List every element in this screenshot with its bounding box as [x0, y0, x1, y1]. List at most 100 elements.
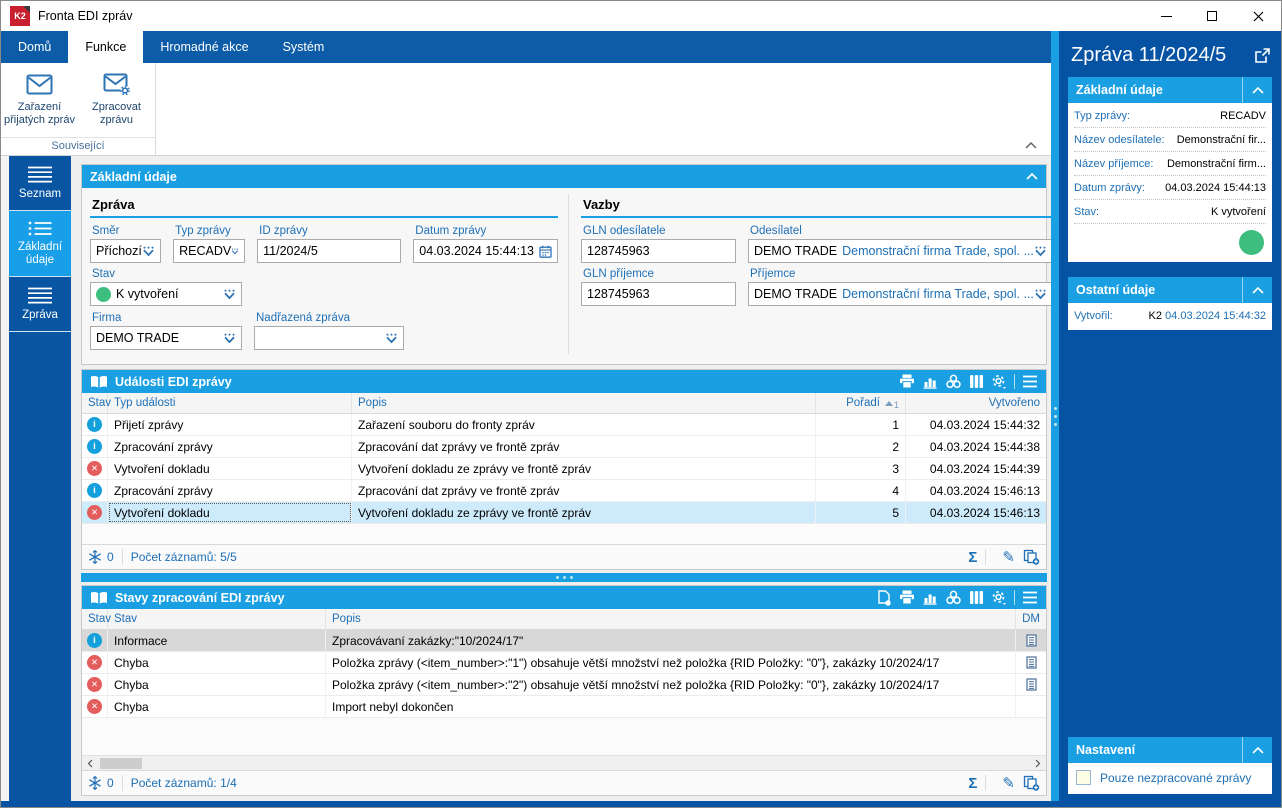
detail-row: Stav: K vytvoření: [1074, 200, 1266, 224]
chart-icon[interactable]: [922, 590, 938, 605]
events-table-header: Události EDI zprávy: [82, 370, 1046, 393]
menu-icon[interactable]: [1022, 375, 1038, 388]
pouze-nezpracovane-checkbox[interactable]: [1076, 770, 1091, 785]
dm-document-icon[interactable]: [1025, 634, 1037, 647]
gln-prijemce-input[interactable]: 128745963: [581, 282, 736, 306]
close-icon: [1253, 11, 1263, 21]
gear-icon[interactable]: [991, 374, 1007, 389]
info-icon: i: [87, 633, 102, 648]
states-row[interactable]: ✕ Chyba Import nebyl dokončen: [82, 696, 1046, 718]
tab-hromadne-akce[interactable]: Hromadné akce: [143, 31, 265, 63]
collapse-section-button[interactable]: [1242, 77, 1272, 103]
states-row-selected[interactable]: i Informace Zpracovávaní zakázky:"10/202…: [82, 630, 1046, 652]
tab-domu[interactable]: Domů: [1, 31, 68, 63]
typ-zpravy-dropdown[interactable]: RECADV: [173, 239, 246, 263]
column-header-dm[interactable]: DM: [1016, 609, 1046, 629]
wheel-icon[interactable]: [945, 590, 962, 605]
states-row[interactable]: ✕ Chyba Položka zprávy (<item_number>:"2…: [82, 674, 1046, 696]
scrollbar-thumb[interactable]: [100, 758, 142, 769]
zarazeni-prijatych-zprav-button[interactable]: Zařazení přijatých zpráv: [1, 63, 78, 137]
column-header-popis[interactable]: Popis: [326, 609, 1016, 629]
column-header-typ-udalosti[interactable]: Typ události: [108, 393, 352, 413]
events-row[interactable]: ✕ Vytvoření dokladu Vytvoření dokladu ze…: [82, 458, 1046, 480]
column-header-stav[interactable]: Stav: [82, 609, 111, 629]
document-export-icon[interactable]: [877, 589, 892, 606]
maximize-button[interactable]: [1189, 1, 1235, 31]
gear-icon[interactable]: [991, 590, 1007, 605]
right-card-header: Základní údaje: [1068, 77, 1272, 103]
tab-bar-spacer: [341, 31, 1051, 63]
calendar-icon[interactable]: [539, 245, 552, 258]
column-header-popis[interactable]: Popis: [352, 393, 816, 413]
column-header-vytvoreno[interactable]: Vytvořeno: [906, 393, 1046, 413]
edit-pencil-icon[interactable]: ✎: [1002, 550, 1015, 565]
tab-funkce[interactable]: Funkce: [68, 31, 144, 63]
tab-system[interactable]: Systém: [266, 31, 342, 63]
stav-dropdown[interactable]: K vytvoření: [90, 282, 242, 306]
odesilatel-dropdown[interactable]: DEMO TRADE Demonstrační firma Trade, spo…: [748, 239, 1053, 263]
scroll-left-icon[interactable]: [87, 759, 93, 768]
collapse-section-button[interactable]: [1242, 277, 1272, 303]
sidebar-item-zprava[interactable]: Zpráva: [9, 277, 71, 332]
status-green-icon: [1239, 229, 1264, 255]
datum-zpravy-input[interactable]: 04.03.2024 15:44:13: [413, 239, 558, 263]
wheel-icon[interactable]: [945, 374, 962, 389]
right-card-header: Nastavení: [1068, 737, 1272, 763]
column-header-poradi[interactable]: Pořadí 1: [816, 393, 906, 413]
events-row[interactable]: i Zpracování zprávy Zpracování dat zpráv…: [82, 480, 1046, 502]
copy-add-icon[interactable]: [1023, 775, 1040, 791]
collapse-section-button[interactable]: [1242, 737, 1272, 763]
printer-icon[interactable]: [899, 590, 915, 605]
snowflake-icon[interactable]: [88, 550, 102, 564]
horizontal-scrollbar[interactable]: [82, 755, 1046, 770]
dm-document-icon[interactable]: [1025, 678, 1037, 691]
dropdown-icon: [1035, 246, 1046, 256]
field-label: Odesílatel: [750, 225, 802, 237]
sum-icon[interactable]: Σ: [968, 550, 977, 565]
event-popis: Vytvoření dokladu ze zprávy ve frontě zp…: [352, 458, 816, 479]
firma-dropdown[interactable]: DEMO TRADE: [90, 326, 242, 350]
events-row-selected[interactable]: ✕ Vytvoření dokladu Vytvoření dokladu ze…: [82, 502, 1046, 524]
info-icon: i: [87, 439, 102, 454]
events-row[interactable]: i Přijetí zprávy Zařazení souboru do fro…: [82, 414, 1046, 436]
sidebar-item-seznam[interactable]: Seznam: [9, 156, 71, 211]
close-button[interactable]: [1235, 1, 1281, 31]
snowflake-icon[interactable]: [88, 776, 102, 790]
smer-dropdown[interactable]: Příchozí: [90, 239, 162, 263]
menu-icon[interactable]: [1022, 591, 1038, 604]
ribbon: Zařazení přijatých zpráv Zpracovat zpráv…: [1, 63, 1051, 156]
horizontal-splitter[interactable]: [81, 573, 1047, 582]
event-poradi: 1: [816, 414, 906, 435]
column-header-stav[interactable]: Stav: [82, 393, 111, 413]
scrollbar-track[interactable]: [98, 756, 1030, 770]
printer-icon[interactable]: [899, 374, 915, 389]
edit-pencil-icon[interactable]: ✎: [1002, 776, 1015, 791]
events-row[interactable]: i Zpracování zprávy Zpracování dat zpráv…: [82, 436, 1046, 458]
state-stav: Chyba: [108, 674, 326, 695]
collapse-panel-button[interactable]: [1026, 173, 1038, 180]
state-stav: Informace: [108, 630, 326, 651]
sidebar-item-zakladni-udaje[interactable]: Základní údaje: [9, 211, 71, 277]
states-table-title: Stavy zpracování EDI zprávy: [115, 590, 285, 605]
right-panel-title-row: Zpráva 11/2024/5: [1059, 31, 1281, 76]
column-header-stav2[interactable]: Stav: [108, 609, 326, 629]
sum-icon[interactable]: Σ: [968, 776, 977, 791]
status-indicator-row: [1074, 224, 1266, 260]
prijemce-dropdown[interactable]: DEMO TRADE Demonstrační firma Trade, spo…: [748, 282, 1053, 306]
vertical-splitter[interactable]: [1051, 31, 1059, 801]
open-external-button[interactable]: [1254, 47, 1271, 64]
minimize-button[interactable]: [1143, 1, 1189, 31]
form-group-title: Vazby: [581, 194, 1053, 218]
nadrazena-zprava-dropdown[interactable]: [254, 326, 404, 350]
zpracovat-zpravu-button[interactable]: Zpracovat zprávu: [78, 63, 155, 137]
chart-icon[interactable]: [922, 374, 938, 389]
dm-document-icon[interactable]: [1025, 656, 1037, 669]
gln-odesilatele-input[interactable]: 128745963: [581, 239, 736, 263]
id-zpravy-input[interactable]: 11/2024/5: [257, 239, 402, 263]
copy-add-icon[interactable]: [1023, 549, 1040, 565]
columns-icon[interactable]: [969, 590, 984, 605]
columns-icon[interactable]: [969, 374, 984, 389]
ribbon-collapse-button[interactable]: [1025, 142, 1037, 149]
scroll-right-icon[interactable]: [1035, 759, 1041, 768]
states-row[interactable]: ✕ Chyba Položka zprávy (<item_number>:"1…: [82, 652, 1046, 674]
